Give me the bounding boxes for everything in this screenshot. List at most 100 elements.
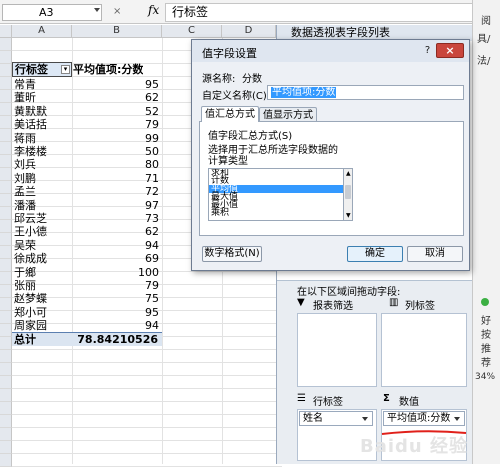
function-option[interactable]: 最小值 bbox=[209, 201, 344, 210]
function-listbox[interactable]: 求和 计数 平均值 最大值 最小值 乘积 bbox=[208, 168, 345, 221]
ok-button[interactable]: 确定 bbox=[347, 246, 403, 262]
row-header[interactable] bbox=[0, 285, 12, 298]
row-header[interactable] bbox=[0, 90, 12, 103]
row-header[interactable] bbox=[0, 415, 12, 428]
close-button[interactable]: × bbox=[436, 43, 464, 58]
pivot-row-value[interactable]: 73 bbox=[72, 212, 159, 225]
name-box-dropdown-icon[interactable] bbox=[94, 8, 100, 12]
report-filter-area[interactable] bbox=[297, 313, 377, 387]
pivot-row-value[interactable]: 75 bbox=[72, 292, 159, 305]
chevron-down-icon[interactable] bbox=[454, 417, 460, 421]
pivot-row-value[interactable]: 52 bbox=[72, 105, 159, 118]
cancel-entry-icon[interactable]: × bbox=[113, 6, 121, 17]
pivot-row-value[interactable]: 71 bbox=[72, 172, 159, 185]
row-header[interactable] bbox=[0, 272, 12, 285]
cancel-button[interactable]: 取消 bbox=[407, 246, 463, 262]
scroll-up-icon[interactable]: ▲ bbox=[346, 170, 351, 177]
function-option[interactable]: 求和 bbox=[209, 169, 344, 178]
row-header[interactable] bbox=[0, 441, 12, 454]
pivot-row-label[interactable]: 潘潘 bbox=[14, 199, 36, 212]
pivot-row-value[interactable]: 99 bbox=[72, 132, 159, 145]
column-header-c[interactable]: C bbox=[162, 25, 222, 38]
row-header[interactable] bbox=[0, 51, 12, 64]
pivot-row-label[interactable]: 李楼楼 bbox=[14, 145, 47, 158]
row-header[interactable] bbox=[0, 116, 12, 129]
pivot-row-label[interactable]: 吴荣 bbox=[14, 239, 36, 252]
row-header[interactable] bbox=[0, 155, 12, 168]
row-header[interactable] bbox=[0, 129, 12, 142]
help-icon[interactable]: ? bbox=[421, 45, 434, 57]
pivot-row-value[interactable]: 80 bbox=[72, 158, 159, 171]
formula-input[interactable]: 行标签 bbox=[165, 3, 474, 22]
row-header[interactable] bbox=[0, 38, 12, 51]
row-header[interactable] bbox=[0, 324, 12, 337]
row-header[interactable] bbox=[0, 350, 12, 363]
row-header[interactable] bbox=[0, 142, 12, 155]
pivot-row-label[interactable]: 黄默默 bbox=[14, 105, 47, 118]
pivot-row-value[interactable]: 62 bbox=[72, 91, 159, 104]
scrollbar-thumb[interactable] bbox=[345, 185, 351, 199]
row-header[interactable] bbox=[0, 207, 12, 220]
row-header[interactable] bbox=[0, 402, 12, 415]
row-header[interactable] bbox=[0, 220, 12, 233]
row-header[interactable] bbox=[0, 64, 12, 77]
chevron-down-icon[interactable] bbox=[362, 417, 368, 421]
pivot-row-label[interactable]: 邱云芝 bbox=[14, 212, 47, 225]
column-header-a[interactable]: A bbox=[12, 25, 72, 38]
pivot-row-value[interactable]: 95 bbox=[72, 306, 159, 319]
row-header[interactable] bbox=[0, 194, 12, 207]
row-header[interactable] bbox=[0, 454, 12, 467]
pivot-row-label[interactable]: 王小德 bbox=[14, 225, 47, 238]
pivot-row-label[interactable]: 刘兵 bbox=[14, 158, 36, 171]
pivot-row-label[interactable]: 孟兰 bbox=[14, 185, 36, 198]
pivot-row-value[interactable]: 79 bbox=[72, 279, 159, 292]
row-header[interactable] bbox=[0, 337, 12, 350]
column-header-d[interactable]: D bbox=[222, 25, 276, 38]
value-field-average-score[interactable]: 平均值项:分数 bbox=[383, 411, 465, 426]
row-header[interactable] bbox=[0, 311, 12, 324]
tab-show-values-as[interactable]: 值显示方式 bbox=[259, 107, 317, 122]
row-header[interactable] bbox=[0, 246, 12, 259]
column-header-b[interactable]: B bbox=[72, 25, 162, 38]
pivot-row-label[interactable]: 于鄉 bbox=[14, 266, 36, 279]
name-box[interactable]: A3 bbox=[2, 4, 102, 21]
pivot-row-label[interactable]: 周家园 bbox=[14, 319, 47, 332]
row-field-name[interactable]: 姓名 bbox=[299, 411, 373, 426]
row-header[interactable] bbox=[0, 181, 12, 194]
pivot-row-label[interactable]: 董昕 bbox=[14, 91, 36, 104]
function-option[interactable]: 乘积 bbox=[209, 209, 344, 218]
column-labels-area[interactable] bbox=[381, 313, 467, 387]
row-header[interactable] bbox=[0, 363, 12, 376]
pivot-row-value[interactable]: 72 bbox=[72, 185, 159, 198]
pivot-row-label[interactable]: 赵梦蝶 bbox=[14, 292, 47, 305]
listbox-scrollbar[interactable]: ▲ ▼ bbox=[343, 168, 353, 221]
row-header[interactable] bbox=[0, 103, 12, 116]
pivot-row-value[interactable]: 100 bbox=[72, 266, 159, 279]
pivot-row-value[interactable]: 94 bbox=[72, 239, 159, 252]
row-header[interactable] bbox=[0, 298, 12, 311]
filter-dropdown-icon[interactable]: ▾ bbox=[61, 65, 70, 74]
scroll-down-icon[interactable]: ▼ bbox=[346, 212, 351, 219]
row-header[interactable] bbox=[0, 168, 12, 181]
row-header[interactable] bbox=[0, 259, 12, 272]
pivot-row-label[interactable]: 常青 bbox=[14, 78, 36, 91]
row-header[interactable] bbox=[0, 233, 12, 246]
pivot-row-value[interactable]: 95 bbox=[72, 78, 159, 91]
pivot-row-label[interactable]: 美话括 bbox=[14, 118, 47, 131]
tab-summarize-values-by[interactable]: 值汇总方式 bbox=[201, 106, 259, 122]
row-header[interactable] bbox=[0, 389, 12, 402]
selected-cell-a3[interactable]: 行标签 ▾ bbox=[12, 62, 72, 77]
insert-function-icon[interactable]: fx bbox=[148, 3, 159, 17]
pivot-row-value[interactable]: 69 bbox=[72, 252, 159, 265]
number-format-button[interactable]: 数字格式(N) bbox=[202, 246, 262, 262]
row-header[interactable] bbox=[0, 428, 12, 441]
pivot-row-value[interactable]: 97 bbox=[72, 199, 159, 212]
pivot-row-value[interactable]: 62 bbox=[72, 225, 159, 238]
pivot-row-label[interactable]: 张丽 bbox=[14, 279, 36, 292]
pivot-row-value[interactable]: 50 bbox=[72, 145, 159, 158]
pivot-row-label[interactable]: 徐成成 bbox=[14, 252, 47, 265]
pivot-row-label[interactable]: 蒋雨 bbox=[14, 132, 36, 145]
row-header[interactable] bbox=[0, 376, 12, 389]
pivot-row-value[interactable]: 79 bbox=[72, 118, 159, 131]
pivot-row-value[interactable]: 94 bbox=[72, 319, 159, 332]
